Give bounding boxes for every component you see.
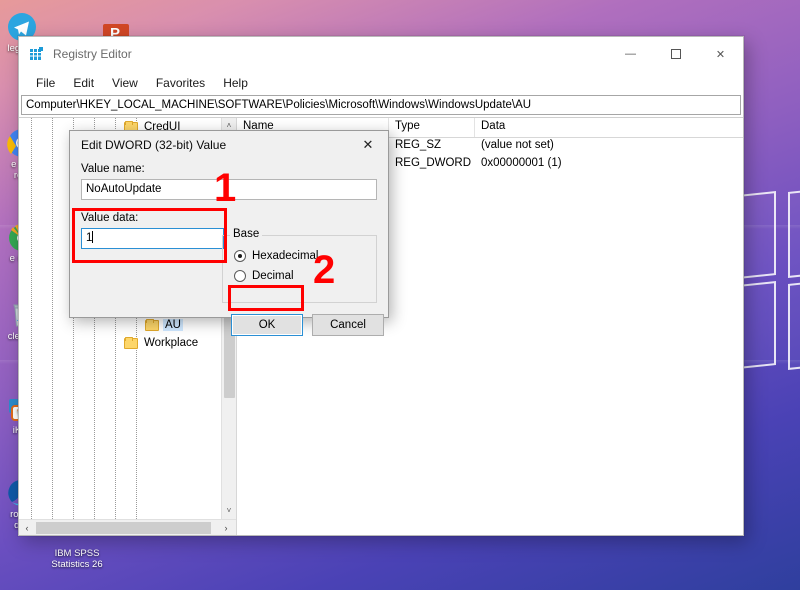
folder-icon <box>124 337 138 349</box>
tree-item-label: Workplace <box>142 337 200 349</box>
annotation-number-1: 1 <box>214 168 236 208</box>
cell-data: 0x00000001 (1) <box>475 156 743 174</box>
dialog-close-button[interactable]: ✕ <box>348 131 388 159</box>
menu-file[interactable]: File <box>27 73 64 93</box>
column-header-type[interactable]: Type <box>389 118 475 137</box>
tree-horizontal-scrollbar[interactable]: ‹ › <box>19 519 236 535</box>
wallpaper-logo-pane-1 <box>788 184 800 278</box>
radio-unselected-icon <box>234 270 246 282</box>
hscroll-thumb[interactable] <box>36 522 211 534</box>
cell-data: (value not set) <box>475 138 743 156</box>
cell-type: REG_SZ <box>389 138 475 156</box>
window-controls: — ✕ <box>608 37 743 71</box>
menu-help[interactable]: Help <box>214 73 257 93</box>
wallpaper-logo-pane-2 <box>788 276 800 370</box>
close-button[interactable]: ✕ <box>698 37 743 71</box>
radio-hexadecimal-label: Hexadecimal <box>252 250 318 262</box>
radio-decimal[interactable]: Decimal <box>234 270 376 282</box>
scroll-down-arrow[interactable]: ˅ <box>222 503 237 519</box>
radio-selected-icon <box>234 250 246 262</box>
annotation-box-value-data <box>72 208 227 263</box>
address-bar: Computer\HKEY_LOCAL_MACHINE\SOFTWARE\Pol… <box>19 95 743 117</box>
folder-icon <box>145 319 159 331</box>
dialog-title-bar: Edit DWORD (32-bit) Value ✕ <box>70 131 388 159</box>
annotation-number-2: 2 <box>313 250 335 290</box>
menu-favorites[interactable]: Favorites <box>147 73 214 93</box>
registry-editor-icon <box>29 46 45 62</box>
ibm-spss-desktop-label[interactable]: IBM SPSS Statistics 26 <box>42 548 112 570</box>
tree-item-label: AU <box>163 319 183 331</box>
maximize-button[interactable] <box>653 37 698 71</box>
base-group-label: Base <box>230 228 262 240</box>
tree-item-workplace[interactable]: Workplace <box>19 334 236 352</box>
menu-edit[interactable]: Edit <box>64 73 103 93</box>
dialog-title: Edit DWORD (32-bit) Value <box>81 138 226 152</box>
tree-item-au[interactable]: AU <box>19 316 236 334</box>
title-bar: Registry Editor — ✕ <box>19 37 743 71</box>
cell-type: REG_DWORD <box>389 156 475 174</box>
scroll-left-arrow[interactable]: ‹ <box>19 523 35 533</box>
menu-bar: File Edit View Favorites Help <box>19 71 743 95</box>
window-title: Registry Editor <box>53 47 132 61</box>
cancel-button[interactable]: Cancel <box>312 314 384 336</box>
radio-decimal-label: Decimal <box>252 270 294 282</box>
annotation-box-ok <box>228 285 304 311</box>
scroll-right-arrow[interactable]: › <box>218 523 234 533</box>
minimize-button[interactable]: — <box>608 37 653 71</box>
address-input[interactable]: Computer\HKEY_LOCAL_MACHINE\SOFTWARE\Pol… <box>21 95 741 115</box>
menu-view[interactable]: View <box>103 73 147 93</box>
radio-hexadecimal[interactable]: Hexadecimal <box>234 250 376 262</box>
ok-button[interactable]: OK <box>231 314 303 336</box>
column-header-data[interactable]: Data <box>475 118 743 137</box>
